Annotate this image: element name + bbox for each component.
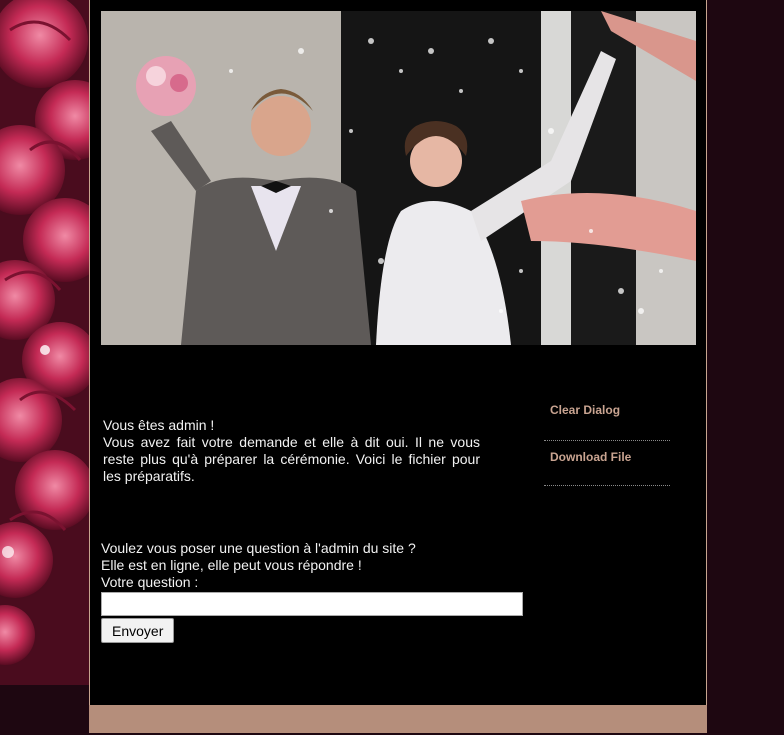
wedding-couple-photo: [101, 11, 696, 345]
send-button[interactable]: Envoyer: [101, 618, 175, 643]
question-prompt-line1: Voulez vous poser une question à l'admin…: [101, 540, 416, 556]
question-form: Voulez vous poser une question à l'admin…: [101, 540, 531, 643]
page-container: Vous êtes admin ! Vous avez fait votre d…: [89, 0, 707, 705]
sidebar-menu: Clear Dialog Download File: [544, 396, 670, 486]
roses-image: [0, 0, 90, 685]
question-label: Votre question :: [101, 574, 199, 590]
question-input[interactable]: [101, 592, 523, 616]
download-file-link[interactable]: Download File: [544, 441, 670, 486]
clear-dialog-link[interactable]: Clear Dialog: [544, 396, 670, 441]
admin-status-line: Vous êtes admin !: [103, 417, 215, 433]
hero-image: [101, 11, 696, 345]
admin-message: Vous êtes admin ! Vous avez fait votre d…: [103, 417, 480, 485]
proposal-message: Vous avez fait votre demande et elle à d…: [103, 434, 480, 484]
rose-decoration: [0, 0, 90, 685]
footer-bar: [89, 705, 707, 733]
question-prompt-line2: Elle est en ligne, elle peut vous répond…: [101, 557, 362, 573]
